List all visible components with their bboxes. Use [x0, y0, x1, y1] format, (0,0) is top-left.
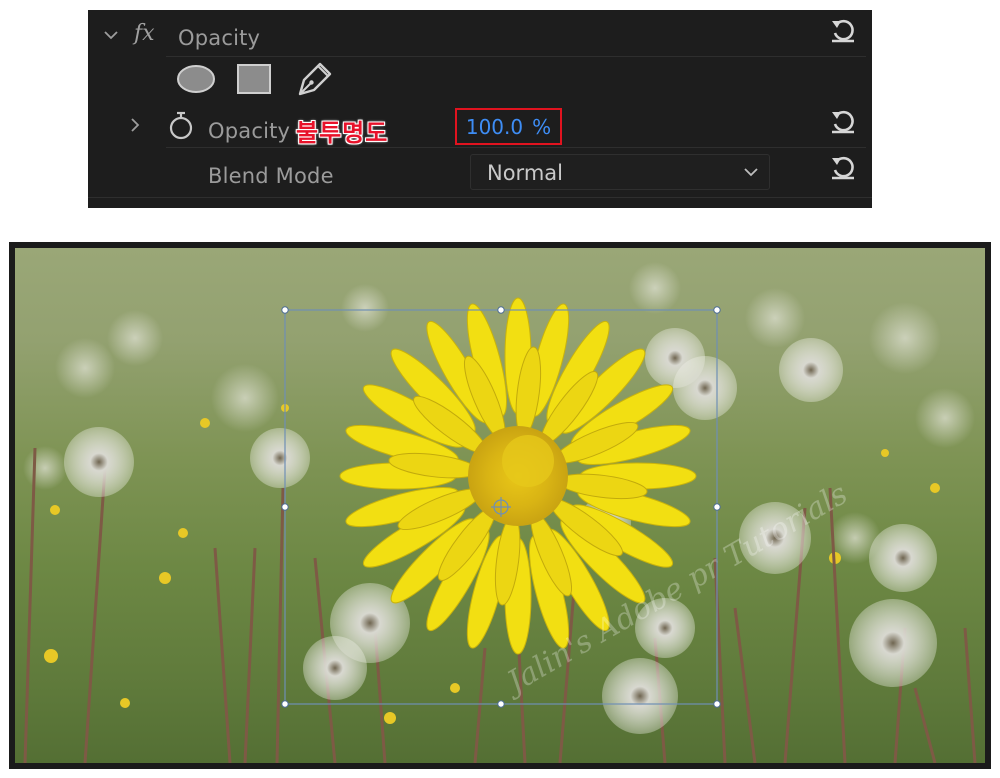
- ellipse-mask-icon[interactable]: [176, 64, 216, 94]
- divider: [88, 197, 872, 198]
- chevron-right-icon[interactable]: [126, 116, 144, 134]
- rectangle-mask-icon[interactable]: [236, 63, 272, 95]
- transform-handle[interactable]: [497, 700, 505, 708]
- blend-mode-dropdown[interactable]: Normal: [470, 154, 770, 190]
- transform-handle[interactable]: [713, 503, 721, 511]
- divider: [166, 56, 866, 57]
- transform-handle[interactable]: [713, 306, 721, 314]
- program-monitor: Jalin's Adobe pr Tutorials: [9, 242, 991, 769]
- video-frame[interactable]: Jalin's Adobe pr Tutorials: [15, 248, 985, 763]
- transform-handle[interactable]: [713, 700, 721, 708]
- reset-icon[interactable]: [828, 153, 858, 181]
- blend-mode-label: Blend Mode: [208, 164, 334, 188]
- opacity-label: Opacity: [208, 119, 291, 143]
- blend-mode-value: Normal: [487, 161, 563, 185]
- pen-mask-icon[interactable]: [294, 60, 334, 98]
- chevron-down-icon: [744, 168, 758, 177]
- reset-icon[interactable]: [828, 16, 858, 44]
- opacity-annotation: 불투명도: [296, 119, 389, 147]
- effect-title: Opacity: [178, 26, 261, 50]
- effect-controls-panel: fx Opacity Opacity 불투명도 100.0 % Blend Mo…: [88, 10, 872, 208]
- dandelion-scene: Jalin's Adobe pr Tutorials: [23, 262, 977, 763]
- opacity-value[interactable]: 100.0: [466, 115, 523, 139]
- opacity-unit: %: [532, 114, 552, 139]
- transform-handle[interactable]: [281, 700, 289, 708]
- reset-icon[interactable]: [828, 107, 858, 135]
- transform-handle[interactable]: [281, 503, 289, 511]
- opacity-value-field[interactable]: 100.0 %: [455, 108, 562, 145]
- transform-handle[interactable]: [497, 306, 505, 314]
- chevron-down-icon[interactable]: [102, 26, 120, 44]
- divider: [166, 147, 866, 148]
- transform-handle[interactable]: [281, 306, 289, 314]
- stopwatch-icon[interactable]: [168, 110, 194, 140]
- fx-icon[interactable]: fx: [134, 21, 155, 46]
